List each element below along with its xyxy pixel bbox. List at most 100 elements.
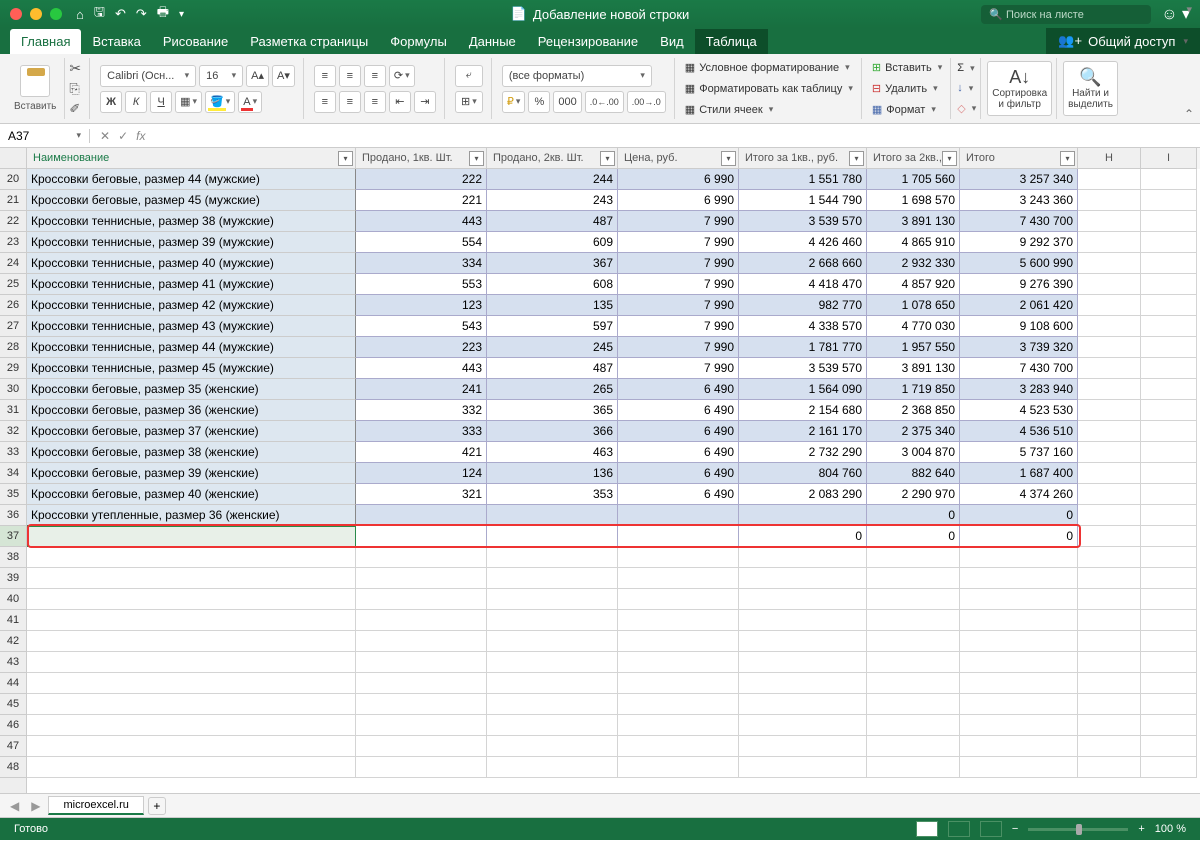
cell[interactable] [739,505,867,526]
cell[interactable] [27,547,356,568]
add-sheet-button[interactable]: + [148,797,166,815]
cell[interactable] [618,757,739,778]
view-page-break-icon[interactable] [980,821,1002,837]
cell[interactable] [1141,484,1197,505]
column-header[interactable]: Цена, руб.▾ [618,148,739,169]
copy-icon[interactable]: ⎘ [69,81,81,97]
cell[interactable] [618,673,739,694]
zoom-out-icon[interactable]: − [1012,823,1018,835]
underline-button[interactable]: Ч [150,91,172,113]
cell[interactable]: 1 698 570 [867,190,960,211]
row-header[interactable]: 28 [0,337,26,358]
cut-icon[interactable]: ✂ [69,60,81,77]
view-normal-icon[interactable] [916,821,938,837]
cell[interactable] [356,631,487,652]
filter-button-icon[interactable]: ▾ [469,151,484,166]
cell[interactable] [1141,526,1197,547]
cell[interactable] [867,568,960,589]
cell[interactable] [618,568,739,589]
row-header[interactable]: 30 [0,379,26,400]
cell[interactable] [1078,484,1141,505]
cell[interactable]: 608 [487,274,618,295]
bold-button[interactable]: Ж [100,91,122,113]
cell[interactable] [1141,757,1197,778]
cell[interactable] [739,568,867,589]
row-header[interactable]: 35 [0,484,26,505]
cell[interactable] [1141,316,1197,337]
cell[interactable] [618,505,739,526]
cell[interactable] [618,526,739,547]
cell[interactable] [1078,211,1141,232]
cell[interactable]: 7 430 700 [960,211,1078,232]
row-header[interactable]: 48 [0,757,26,778]
cell[interactable]: 332 [356,400,487,421]
cell[interactable]: 4 770 030 [867,316,960,337]
cell[interactable] [1141,694,1197,715]
cell[interactable] [1141,736,1197,757]
filter-button-icon[interactable]: ▾ [849,151,864,166]
cell[interactable]: 4 523 530 [960,400,1078,421]
align-center-icon[interactable]: ≡ [339,91,361,113]
increase-decimal-icon[interactable]: .0←.00 [585,91,624,113]
cell[interactable]: 553 [356,274,487,295]
cell[interactable] [356,673,487,694]
cell[interactable] [27,610,356,631]
cell[interactable]: Кроссовки беговые, размер 44 (мужские) [27,169,356,190]
cell[interactable] [1141,610,1197,631]
format-painter-icon[interactable]: ✐ [69,101,81,117]
cell[interactable]: Кроссовки утепленные, размер 36 (женские… [27,505,356,526]
cell[interactable]: 6 490 [618,463,739,484]
close-window-icon[interactable] [10,8,22,20]
cell[interactable] [27,736,356,757]
cell[interactable] [487,631,618,652]
cell[interactable]: 543 [356,316,487,337]
cell[interactable] [960,568,1078,589]
view-page-layout-icon[interactable] [948,821,970,837]
format-cells-button[interactable]: ▦ Формат ▾ [872,101,942,118]
cell[interactable]: 6 490 [618,484,739,505]
cell[interactable]: 2 061 420 [960,295,1078,316]
cell[interactable] [1078,505,1141,526]
home-icon[interactable]: ⌂ [76,7,84,22]
collapse-ribbon-icon[interactable]: ⌃ [1184,107,1194,121]
italic-button[interactable]: К [125,91,147,113]
align-left-icon[interactable]: ≡ [314,91,336,113]
cell[interactable] [739,715,867,736]
cell[interactable] [618,652,739,673]
cell[interactable] [1078,631,1141,652]
zoom-level[interactable]: 100 % [1155,823,1186,835]
align-middle-icon[interactable]: ≡ [339,65,361,87]
cell[interactable] [356,589,487,610]
cell[interactable] [487,736,618,757]
cancel-entry-icon[interactable]: ✕ [100,129,110,143]
cell[interactable]: 463 [487,442,618,463]
cell[interactable]: Кроссовки беговые, размер 40 (женские) [27,484,356,505]
cell[interactable] [1078,694,1141,715]
cell[interactable] [487,568,618,589]
cell[interactable] [356,505,487,526]
cell[interactable] [960,547,1078,568]
cell[interactable]: 135 [487,295,618,316]
cell[interactable]: 7 990 [618,232,739,253]
cell[interactable]: 367 [487,253,618,274]
cell[interactable] [1141,589,1197,610]
cell[interactable] [1078,400,1141,421]
cell[interactable] [1141,652,1197,673]
row-header[interactable]: 34 [0,463,26,484]
cell[interactable] [1141,295,1197,316]
cell[interactable]: 334 [356,253,487,274]
delete-cells-button[interactable]: ⊟ Удалить ▾ [872,80,942,97]
filter-button-icon[interactable]: ▾ [600,151,615,166]
cell[interactable]: 2 375 340 [867,421,960,442]
cell[interactable]: Кроссовки беговые, размер 35 (женские) [27,379,356,400]
cell[interactable]: 333 [356,421,487,442]
cell[interactable]: 241 [356,379,487,400]
sheet-tab[interactable]: microexcel.ru [48,796,143,815]
number-format-select[interactable]: (все форматы)▾ [502,65,652,87]
ribbon-tab-7[interactable]: Вид [649,29,695,54]
cell[interactable]: 2 668 660 [739,253,867,274]
paste-icon[interactable] [20,65,50,97]
cell[interactable] [356,715,487,736]
cell[interactable]: 3 891 130 [867,358,960,379]
cell[interactable] [1141,547,1197,568]
